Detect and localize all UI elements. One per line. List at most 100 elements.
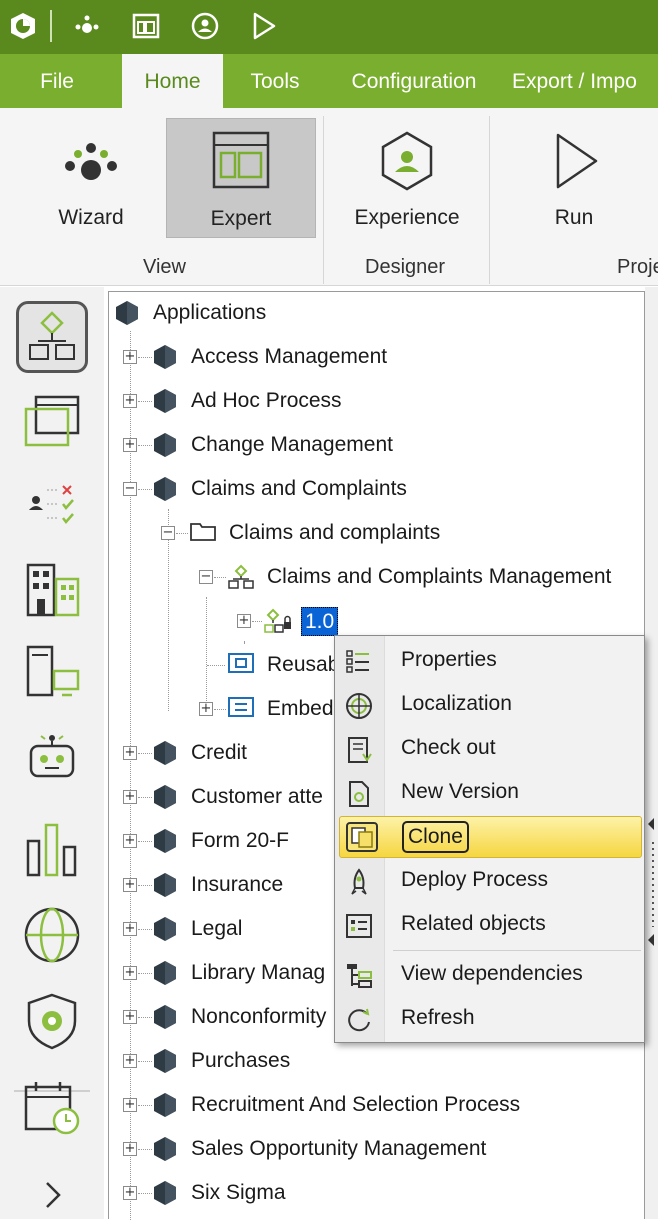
expand-icon[interactable]: + <box>123 350 137 364</box>
application-hex-icon <box>153 960 177 992</box>
experience-quick-icon[interactable] <box>188 9 222 43</box>
tree-connector <box>138 445 152 446</box>
expand-icon[interactable]: + <box>123 746 137 760</box>
expand-icon[interactable]: + <box>123 966 137 980</box>
expand-icon[interactable]: + <box>199 702 213 716</box>
menu-item-new-version[interactable]: New Version <box>335 772 644 814</box>
run-quick-icon[interactable] <box>246 9 280 43</box>
reusable-box-icon <box>227 652 255 680</box>
menu-item-label: Properties <box>401 648 497 671</box>
globe-icon <box>24 907 80 963</box>
wizard-button[interactable]: Wizard <box>20 118 162 238</box>
tree-item-claims-and-complaints[interactable]: − Claims and Complaints <box>109 469 644 509</box>
title-bar <box>0 0 658 54</box>
menu-item-refresh[interactable]: Refresh <box>335 998 644 1040</box>
menu-item-label: New Version <box>401 780 519 803</box>
rocket-icon <box>345 868 373 896</box>
menu-item-properties[interactable]: Properties <box>335 640 644 682</box>
menu-item-clone[interactable]: Clone <box>339 816 642 858</box>
refresh-icon <box>345 1006 373 1034</box>
menu-item-check-out[interactable]: Check out <box>335 728 644 770</box>
sidebar-localization[interactable] <box>16 899 88 971</box>
sidebar-systems[interactable] <box>16 637 88 709</box>
expand-icon[interactable]: + <box>123 1186 137 1200</box>
scroll-splitter[interactable] <box>645 287 658 1219</box>
tree-connector <box>214 577 226 578</box>
tree-connector <box>138 1017 152 1018</box>
sidebar-rules[interactable] <box>16 469 88 541</box>
ribbon-group-separator <box>489 116 490 284</box>
sidebar-processes[interactable] <box>16 301 88 373</box>
expand-icon[interactable]: + <box>123 1098 137 1112</box>
tree-item-change-management[interactable]: + Change Management <box>109 425 644 465</box>
application-hex-icon <box>153 432 177 464</box>
expand-icon[interactable]: + <box>123 790 137 804</box>
menu-item-view-dependencies[interactable]: View dependencies <box>335 954 644 996</box>
application-hex-icon <box>153 1004 177 1036</box>
expert-quick-icon[interactable] <box>129 9 163 43</box>
sidebar-analytics[interactable] <box>16 813 88 885</box>
expand-icon[interactable]: + <box>237 614 251 628</box>
wizard-quick-icon[interactable] <box>70 9 104 43</box>
tree-root-applications[interactable]: Applications <box>109 293 644 333</box>
tab-export-import[interactable]: Export / Impo <box>512 54 658 108</box>
application-hex-icon <box>153 388 177 420</box>
tree-item-label: Claims and Complaints <box>191 477 407 500</box>
sidebar-organization[interactable] <box>16 553 88 625</box>
tree-connector <box>138 1149 152 1150</box>
menu-item-label: Clone <box>402 821 469 853</box>
sidebar-scheduler[interactable] <box>16 1071 88 1143</box>
process-flow-icon <box>29 311 75 360</box>
expand-icon[interactable]: + <box>123 394 137 408</box>
experience-button[interactable]: Experience <box>332 118 482 238</box>
tree-item-access-management[interactable]: + Access Management <box>109 337 644 377</box>
tree-connector <box>176 533 188 534</box>
sidebar-bots[interactable] <box>16 721 88 793</box>
expand-icon[interactable]: + <box>123 1142 137 1156</box>
application-hex-icon <box>153 916 177 948</box>
tree-item-recruitment[interactable]: + Recruitment And Selection Process <box>109 1085 644 1125</box>
application-hex-icon <box>153 1048 177 1080</box>
collapse-icon[interactable]: − <box>161 526 175 540</box>
menu-item-related-objects[interactable]: Related objects <box>335 904 644 946</box>
menu-item-deploy-process[interactable]: Deploy Process <box>335 860 644 902</box>
expert-label: Expert <box>210 207 272 230</box>
calendar-clock-icon <box>24 1082 80 1135</box>
expand-icon[interactable]: + <box>123 438 137 452</box>
menu-item-label: Related objects <box>401 912 546 935</box>
expert-button[interactable]: Expert <box>166 118 316 238</box>
expand-icon[interactable]: + <box>123 878 137 892</box>
menu-bar: File Home Tools Configuration Export / I… <box>0 54 658 108</box>
tab-home[interactable]: Home <box>122 54 223 108</box>
sidebar-forms[interactable] <box>16 385 88 457</box>
expand-icon[interactable]: + <box>123 922 137 936</box>
tree-item-label: Library Manag <box>191 961 326 984</box>
menu-item-localization[interactable]: Localization <box>335 684 644 726</box>
tree-item-claims-management-process[interactable]: − Claims and Complaints Management <box>109 557 644 597</box>
sidebar-expand[interactable] <box>16 1159 88 1231</box>
expand-icon[interactable]: + <box>123 1010 137 1024</box>
collapse-icon[interactable]: − <box>199 570 213 584</box>
menu-item-label: Localization <box>401 692 512 715</box>
expand-icon[interactable]: + <box>123 1054 137 1068</box>
tree-item-purchases[interactable]: + Purchases <box>109 1041 644 1081</box>
tab-file[interactable]: File <box>0 54 114 108</box>
new-version-icon <box>345 780 373 808</box>
tab-tools[interactable]: Tools <box>233 54 317 108</box>
tree-item-label: Change Management <box>191 433 393 456</box>
tab-configuration[interactable]: Configuration <box>332 54 496 108</box>
tree-item-six-sigma[interactable]: + Six Sigma <box>109 1173 644 1213</box>
tree-item-label: Purchases <box>191 1049 291 1072</box>
group-label-project: Proje <box>617 256 658 278</box>
tree-item-ad-hoc-process[interactable]: + Ad Hoc Process <box>109 381 644 421</box>
bar-chart-icon <box>26 823 77 877</box>
collapse-icon[interactable]: − <box>123 482 137 496</box>
expand-icon[interactable]: + <box>123 834 137 848</box>
sidebar-security[interactable] <box>16 985 88 1057</box>
tree-connector <box>138 357 152 358</box>
tree-item-sales-opportunity[interactable]: + Sales Opportunity Management <box>109 1129 644 1169</box>
run-button[interactable]: Run <box>505 118 643 238</box>
menu-item-label: View dependencies <box>401 962 583 985</box>
tree-item-claims-folder[interactable]: − Claims and complaints <box>109 513 644 553</box>
experience-label: Experience <box>354 206 460 229</box>
